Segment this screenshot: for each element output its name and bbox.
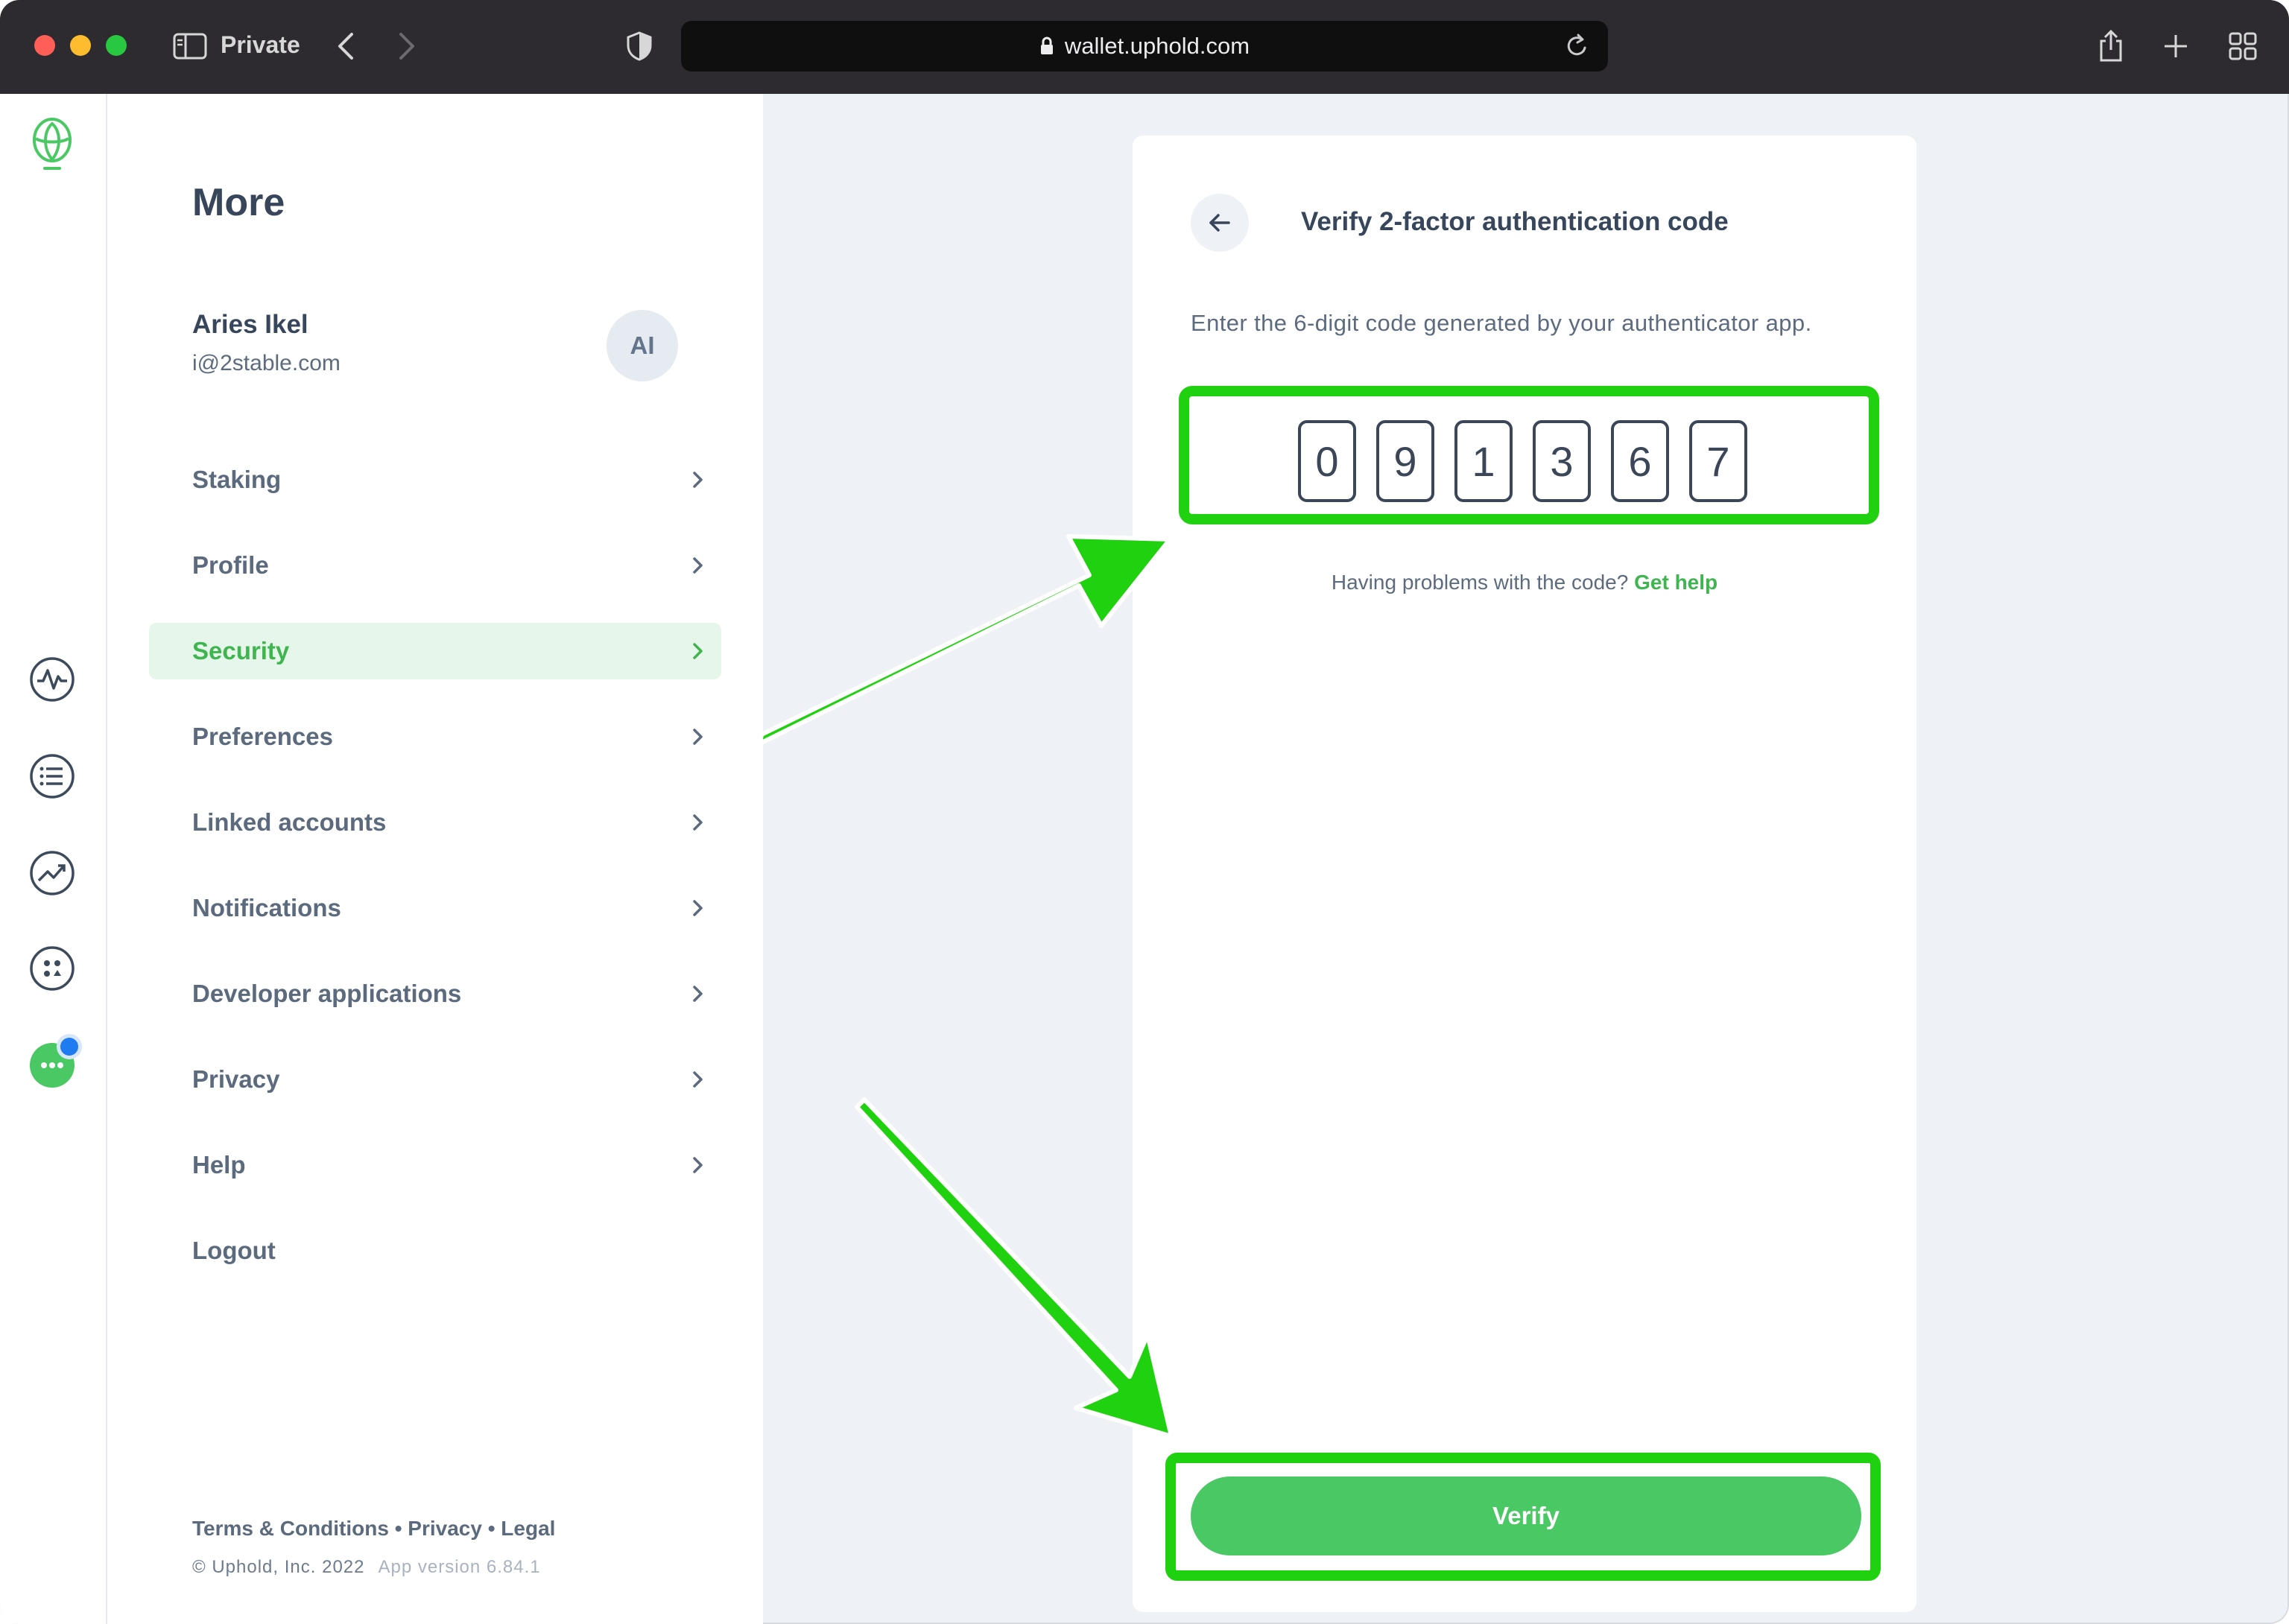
menu-item-privacy[interactable]: Privacy <box>149 1051 721 1108</box>
close-window-button[interactable] <box>34 35 55 56</box>
code-digit-input-3[interactable]: 1 <box>1454 420 1513 502</box>
menu-item-label: Logout <box>192 1237 276 1264</box>
chevron-right-icon <box>693 1071 703 1088</box>
menu-item-profile[interactable]: Profile <box>149 537 721 594</box>
get-help-link[interactable]: Get help <box>1634 571 1717 594</box>
lock-icon <box>1040 37 1053 54</box>
chevron-right-icon <box>693 729 703 745</box>
chevron-right-icon <box>693 1157 703 1173</box>
verify-title: Verify 2-factor authentication code <box>1301 207 1729 236</box>
menu-item-label: Security <box>192 637 290 664</box>
notification-badge <box>57 1034 82 1059</box>
menu-item-label: Help <box>192 1151 246 1179</box>
more-panel: More Aries Ikel i@2stable.com AI Staking… <box>107 94 763 1624</box>
chevron-right-icon <box>693 986 703 1002</box>
settings-menu: Staking Profile Security Preferences Lin… <box>149 451 721 1308</box>
menu-item-notifications[interactable]: Notifications <box>149 880 721 936</box>
share-icon[interactable] <box>2094 28 2128 64</box>
uphold-logo-icon[interactable] <box>27 118 77 170</box>
footer-links[interactable]: Terms & Conditions • Privacy • Legal <box>192 1517 555 1541</box>
markets-trend-icon[interactable] <box>27 848 77 898</box>
zoom-window-button[interactable] <box>106 35 127 56</box>
copyright-text: © Uphold, Inc. 2022 <box>192 1557 365 1577</box>
chevron-right-icon <box>693 557 703 574</box>
menu-item-security[interactable]: Security <box>149 623 721 679</box>
new-tab-icon[interactable] <box>2159 28 2192 64</box>
code-digit-input-2[interactable]: 9 <box>1376 420 1434 502</box>
menu-item-staking[interactable]: Staking <box>149 451 721 508</box>
arrow-to-verify-icon <box>855 1097 1174 1439</box>
browser-toolbar: Private wallet.uphold.com <box>0 0 2289 94</box>
menu-item-label: Preferences <box>192 723 333 750</box>
code-digit-input-6[interactable]: 7 <box>1689 420 1747 502</box>
app-nav-rail <box>0 94 107 1624</box>
menu-item-label: Profile <box>192 551 269 579</box>
footer-copyright: © Uphold, Inc. 2022 App version 6.84.1 <box>192 1557 541 1578</box>
verify-button[interactable]: Verify <box>1191 1476 1861 1555</box>
menu-item-label: Developer applications <box>192 980 462 1007</box>
help-line: Having problems with the code? Get help <box>1133 571 1916 594</box>
apps-grid-icon[interactable] <box>27 943 77 994</box>
browser-window: Private wallet.uphold.com More Aries Ike… <box>0 0 2289 1624</box>
menu-item-preferences[interactable]: Preferences <box>149 708 721 765</box>
menu-item-linked-accounts[interactable]: Linked accounts <box>149 794 721 851</box>
menu-item-label: Linked accounts <box>192 808 387 836</box>
menu-item-logout[interactable]: Logout <box>149 1222 721 1279</box>
verify-description: Enter the 6-digit code generated by your… <box>1191 310 1812 336</box>
menu-item-label: Staking <box>192 466 282 493</box>
private-label: Private <box>221 31 300 58</box>
forward-nav-icon[interactable] <box>392 28 422 64</box>
url-text: wallet.uphold.com <box>1064 33 1250 59</box>
sidebar-toggle-icon[interactable] <box>171 28 209 64</box>
help-text: Having problems with the code? <box>1331 571 1629 594</box>
code-digit-input-1[interactable]: 0 <box>1298 420 1356 502</box>
transactions-list-icon[interactable] <box>27 751 77 802</box>
privacy-shield-icon[interactable] <box>623 28 656 64</box>
chevron-right-icon <box>693 900 703 916</box>
code-digit-input-4[interactable]: 3 <box>1533 420 1591 502</box>
user-name: Aries Ikel <box>192 310 308 339</box>
menu-item-label: Notifications <box>192 894 341 922</box>
back-nav-icon[interactable] <box>331 28 361 64</box>
minimize-window-button[interactable] <box>70 35 91 56</box>
reload-icon[interactable] <box>1565 33 1590 66</box>
activity-icon[interactable] <box>27 654 77 705</box>
arrow-to-code-icon <box>758 534 1172 746</box>
page-title: More <box>192 181 285 224</box>
code-input-group: 0 9 1 3 6 7 <box>1298 420 1767 502</box>
menu-item-help[interactable]: Help <box>149 1137 721 1193</box>
menu-item-label: Privacy <box>192 1065 280 1093</box>
chevron-right-icon <box>693 643 703 659</box>
code-digit-input-5[interactable]: 6 <box>1611 420 1669 502</box>
verify-2fa-card: Verify 2-factor authentication code Ente… <box>1133 136 1916 1612</box>
menu-item-developer-applications[interactable]: Developer applications <box>149 965 721 1022</box>
user-email: i@2stable.com <box>192 351 341 375</box>
app-version: App version 6.84.1 <box>378 1557 541 1577</box>
chevron-right-icon <box>693 472 703 488</box>
avatar[interactable]: AI <box>607 310 678 381</box>
arrow-left-icon <box>1209 214 1230 232</box>
tab-overview-icon[interactable] <box>2226 28 2259 64</box>
back-button[interactable] <box>1191 194 1249 252</box>
address-bar[interactable]: wallet.uphold.com <box>681 21 1608 72</box>
chevron-right-icon <box>693 814 703 831</box>
